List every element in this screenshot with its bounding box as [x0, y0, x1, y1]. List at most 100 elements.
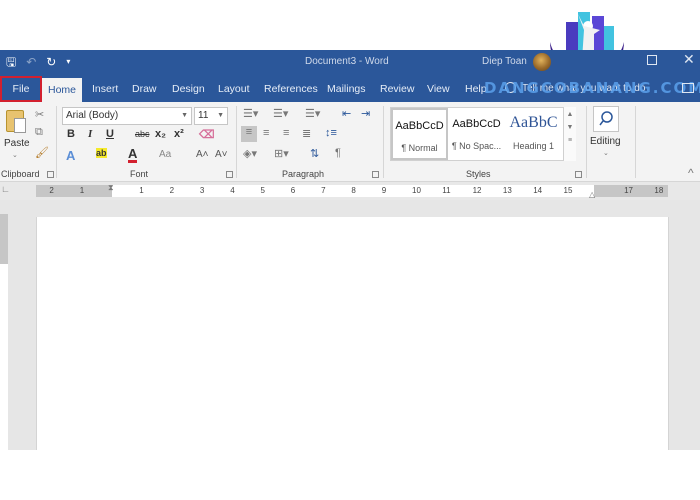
align-center-icon[interactable]: ≡ [263, 127, 269, 139]
shading-icon[interactable]: ◈▾ [243, 147, 257, 160]
cut-icon[interactable]: ✂ [35, 108, 44, 121]
styles-group-label: Styles [466, 169, 491, 179]
document-page[interactable] [36, 217, 669, 450]
show-marks-button[interactable]: ¶ [335, 147, 341, 159]
shrink-font-button[interactable]: A˅ [215, 149, 228, 160]
line-spacing-icon[interactable]: ↕≡ [325, 127, 337, 139]
group-divider [383, 106, 384, 178]
tab-mailings[interactable]: Mailings [325, 76, 368, 102]
style-sample: AaBbCcD [452, 118, 501, 130]
chevron-down-icon: ▼ [181, 112, 188, 119]
ruler-number: 12 [472, 186, 482, 195]
redo-icon[interactable]: ↻ [46, 54, 56, 70]
format-painter-icon[interactable]: 🖌 [35, 146, 49, 159]
tab-selector-icon[interactable]: ∟ [1, 184, 10, 194]
ruler-number: 6 [290, 186, 296, 195]
chevron-down-icon: ▼ [217, 112, 224, 119]
style-name: Heading 1 [512, 141, 555, 151]
clipboard-launcher-icon[interactable] [47, 171, 54, 178]
tab-file[interactable]: File [0, 76, 42, 102]
increase-indent-icon[interactable]: ⇥ [361, 107, 370, 120]
customize-qat-icon[interactable]: ▾ [66, 54, 70, 70]
style-heading-1[interactable]: AaBbC Heading 1 [505, 108, 562, 160]
text-effects-button[interactable]: A [66, 148, 75, 163]
paragraph-launcher-icon[interactable] [372, 171, 379, 178]
tab-layout[interactable]: Layout [216, 76, 252, 102]
paragraph-group-label: Paragraph [282, 169, 325, 179]
font-color-button[interactable]: A [128, 147, 138, 163]
user-name[interactable]: Diep Toan [482, 56, 527, 67]
group-divider [586, 106, 587, 178]
chevron-down-icon: ⌄ [603, 150, 609, 157]
font-name-select[interactable]: Arial (Body) ▼ [62, 107, 192, 125]
style-no-spacing[interactable]: AaBbCcD ¶ No Spac... [448, 108, 505, 160]
ruler-number: 5 [260, 186, 265, 195]
close-icon[interactable]: ✕ [683, 51, 695, 68]
style-normal[interactable]: AaBbCcD ¶ Normal [391, 108, 448, 160]
search-icon [599, 111, 613, 126]
ruler-number: 11 [442, 186, 451, 195]
multilevel-list-icon[interactable]: ☰▾ [305, 107, 320, 120]
ruler-area: ∟ 2 1 1 2 3 4 5 6 7 8 9 10 11 12 13 14 15 17 18 ⧗ △ [0, 182, 700, 200]
borders-icon[interactable]: ⊞▾ [274, 147, 289, 160]
style-name: ¶ Normal [401, 143, 438, 153]
align-right-icon[interactable]: ≡ [283, 127, 289, 139]
ruler-number: 14 [533, 186, 543, 195]
styles-scroll[interactable]: ▲ ▼ ≡ [563, 107, 576, 161]
paste-dropdown-icon[interactable]: ⌄ [12, 151, 18, 159]
ruler-number: 4 [230, 186, 235, 195]
ruler-number: 18 [654, 186, 664, 195]
styles-gallery: AaBbCcD ¶ Normal AaBbCcD ¶ No Spac... Aa… [390, 107, 576, 161]
ruler-number: 3 [199, 186, 205, 195]
scroll-down-icon[interactable]: ▼ [564, 124, 576, 131]
avatar[interactable] [533, 53, 551, 71]
align-left-icon[interactable]: ≡ [241, 126, 257, 142]
indent-marker-icon[interactable]: ⧗ [108, 182, 114, 194]
style-sample: AaBbC [509, 114, 558, 131]
numbering-icon[interactable]: ☰▾ [273, 107, 288, 120]
restore-icon[interactable] [647, 55, 657, 65]
find-button[interactable] [593, 106, 619, 132]
change-case-button[interactable]: Aa [159, 149, 171, 160]
sort-icon[interactable]: ⇅ [310, 147, 319, 160]
left-margin [36, 185, 112, 197]
decrease-indent-icon[interactable]: ⇤ [342, 107, 351, 120]
scroll-up-icon[interactable]: ▲ [564, 111, 576, 118]
highlight-button[interactable]: ab [96, 148, 107, 158]
subscript-button[interactable]: x₂ [155, 128, 166, 140]
paste-icon[interactable] [6, 110, 26, 133]
horizontal-ruler[interactable]: 2 1 1 2 3 4 5 6 7 8 9 10 11 12 13 14 15 17 18 ⧗ △ [36, 182, 668, 199]
tab-draw[interactable]: Draw [130, 76, 159, 102]
font-launcher-icon[interactable] [226, 171, 233, 178]
font-size-select[interactable]: 11 ▼ [194, 107, 228, 125]
justify-icon[interactable]: ≣ [302, 127, 311, 140]
superscript-button[interactable]: x² [174, 128, 184, 140]
comments-icon[interactable] [682, 83, 694, 93]
bold-button[interactable]: B [67, 128, 75, 140]
group-divider [56, 106, 57, 178]
tab-insert[interactable]: Insert [90, 76, 120, 102]
undo-icon[interactable]: ↶ [26, 54, 36, 70]
paste-button[interactable]: Paste [4, 138, 30, 149]
vertical-ruler[interactable] [0, 214, 8, 450]
italic-button[interactable]: I [88, 128, 92, 140]
styles-launcher-icon[interactable] [575, 171, 582, 178]
tab-review[interactable]: Review [378, 76, 416, 102]
clear-formatting-icon[interactable]: ⌫ [199, 128, 215, 141]
more-styles-icon[interactable]: ≡ [564, 137, 576, 144]
ruler-number: 9 [381, 186, 387, 195]
tab-design[interactable]: Design [170, 76, 207, 102]
save-icon[interactable]: 🖫 [6, 54, 16, 70]
tab-references[interactable]: References [262, 76, 320, 102]
ribbon-tabs: File Home Insert Draw Design Layout Refe… [0, 76, 700, 102]
strikethrough-button[interactable]: abc [135, 129, 150, 139]
grow-font-button[interactable]: A˄ [196, 149, 209, 160]
underline-button[interactable]: U [106, 128, 114, 140]
tab-view[interactable]: View [425, 76, 452, 102]
copy-icon[interactable]: ⧉ [35, 126, 43, 139]
collapse-ribbon-icon[interactable]: ^ [688, 166, 694, 180]
ruler-number: 10 [412, 186, 421, 195]
tab-home[interactable]: Home [42, 78, 83, 102]
bullets-icon[interactable]: ☰▾ [243, 107, 258, 120]
editing-button[interactable]: Editing [590, 136, 621, 147]
